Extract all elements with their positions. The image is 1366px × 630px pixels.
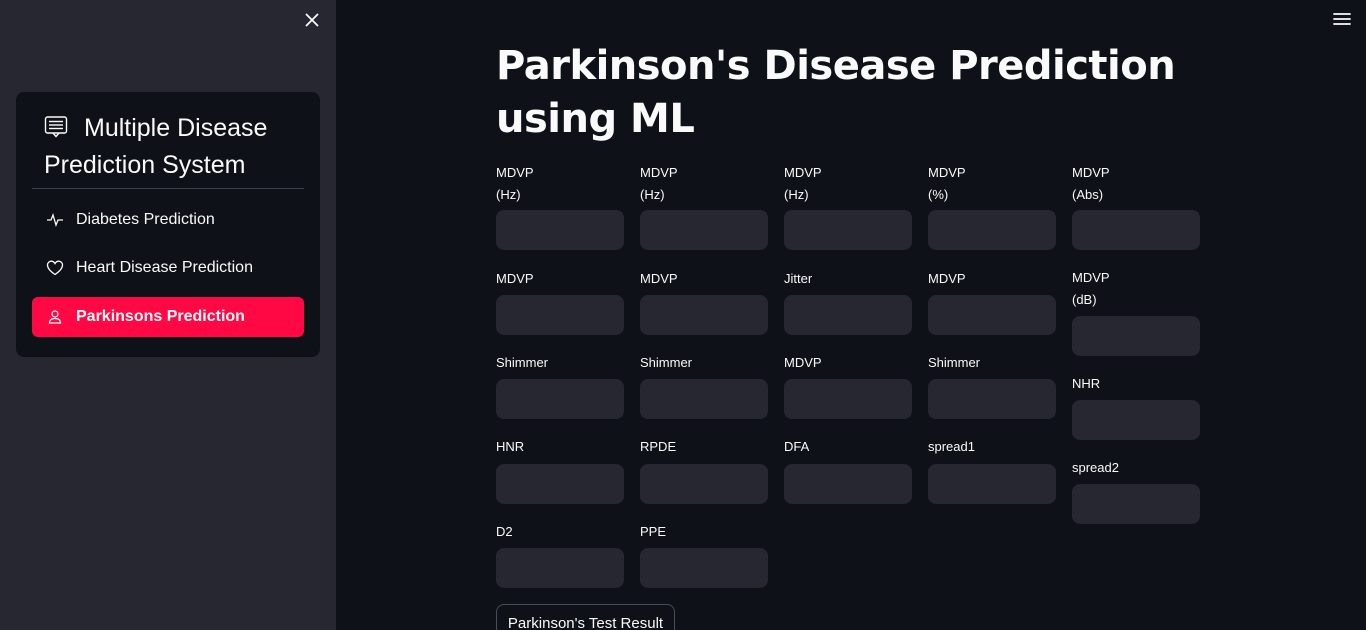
test-result-button[interactable]: Parkinson's Test Result — [496, 604, 675, 630]
field-input[interactable] — [496, 210, 624, 250]
field-input[interactable] — [928, 464, 1056, 504]
heart-icon — [46, 259, 64, 277]
menu-item-label: Diabetes Prediction — [76, 211, 215, 228]
field-input[interactable] — [1072, 400, 1200, 440]
hamburger-icon — [1333, 13, 1351, 25]
field-input[interactable] — [496, 295, 624, 335]
field-input[interactable] — [640, 210, 768, 250]
field-input[interactable] — [1072, 210, 1200, 250]
field-label: MDVP (%) — [928, 165, 966, 202]
field-input[interactable] — [1072, 484, 1200, 524]
menu-item-heart[interactable]: Heart Disease Prediction — [32, 248, 304, 288]
field-label: spread2 — [1072, 460, 1119, 475]
field-input[interactable] — [928, 379, 1056, 419]
field-label: spread1 — [928, 439, 975, 454]
menu-title-text: Multiple Disease Prediction System — [44, 114, 268, 179]
field-label: MDVP — [928, 271, 966, 286]
close-sidebar-button[interactable] — [302, 10, 322, 30]
field-label: PPE — [640, 524, 667, 539]
field-label: Shimmer — [496, 355, 549, 370]
field-label: Shimmer — [928, 355, 981, 370]
menu-item-diabetes[interactable]: Diabetes Prediction — [32, 200, 304, 240]
field-label: HNR — [496, 439, 525, 454]
field-label: MDVP (dB) — [1072, 270, 1110, 307]
menu-item-label: Heart Disease Prediction — [76, 259, 253, 276]
field-label: NHR — [1072, 376, 1101, 391]
sidebar: Multiple Disease Prediction System Diabe… — [0, 0, 336, 630]
menu-title: Multiple Disease Prediction System — [44, 110, 304, 184]
field-label: MDVP (Hz) — [496, 165, 534, 202]
activity-icon — [46, 211, 64, 229]
menu-item-parkinsons[interactable]: Parkinsons Prediction — [32, 297, 304, 337]
option-menu: Multiple Disease Prediction System Diabe… — [16, 92, 320, 357]
person-icon — [46, 308, 64, 326]
field-input[interactable] — [496, 379, 624, 419]
app-root: Multiple Disease Prediction System Diabe… — [0, 0, 1366, 630]
field-input[interactable] — [784, 210, 912, 250]
field-label: MDVP — [784, 355, 822, 370]
close-icon — [305, 13, 319, 27]
field-input[interactable] — [496, 548, 624, 588]
field-input[interactable] — [928, 210, 1056, 250]
field-label: MDVP — [496, 271, 534, 286]
field-input[interactable] — [784, 464, 912, 504]
field-input[interactable] — [928, 295, 1056, 335]
field-label: MDVP (Abs) — [1072, 165, 1110, 202]
field-input[interactable] — [784, 295, 912, 335]
field-label: MDVP (Hz) — [640, 165, 678, 202]
main-menu-button[interactable] — [1333, 12, 1351, 26]
field-input[interactable] — [784, 379, 912, 419]
field-label: Shimmer — [640, 355, 693, 370]
field-input[interactable] — [496, 464, 624, 504]
field-label: RPDE — [640, 439, 677, 454]
chat-list-icon — [44, 113, 68, 138]
field-input[interactable] — [640, 295, 768, 335]
field-label: Jitter — [784, 271, 813, 286]
field-input[interactable] — [640, 464, 768, 504]
page-title: Parkinson's Disease Prediction using ML — [496, 43, 1176, 142]
field-input[interactable] — [640, 548, 768, 588]
field-label: MDVP (Hz) — [784, 165, 822, 202]
field-label: D2 — [496, 524, 513, 539]
field-input[interactable] — [1072, 316, 1200, 356]
field-label: MDVP — [640, 271, 678, 286]
menu-divider — [32, 188, 304, 189]
field-input[interactable] — [640, 379, 768, 419]
menu-item-label: Parkinsons Prediction — [76, 308, 245, 325]
field-label: DFA — [784, 439, 810, 454]
